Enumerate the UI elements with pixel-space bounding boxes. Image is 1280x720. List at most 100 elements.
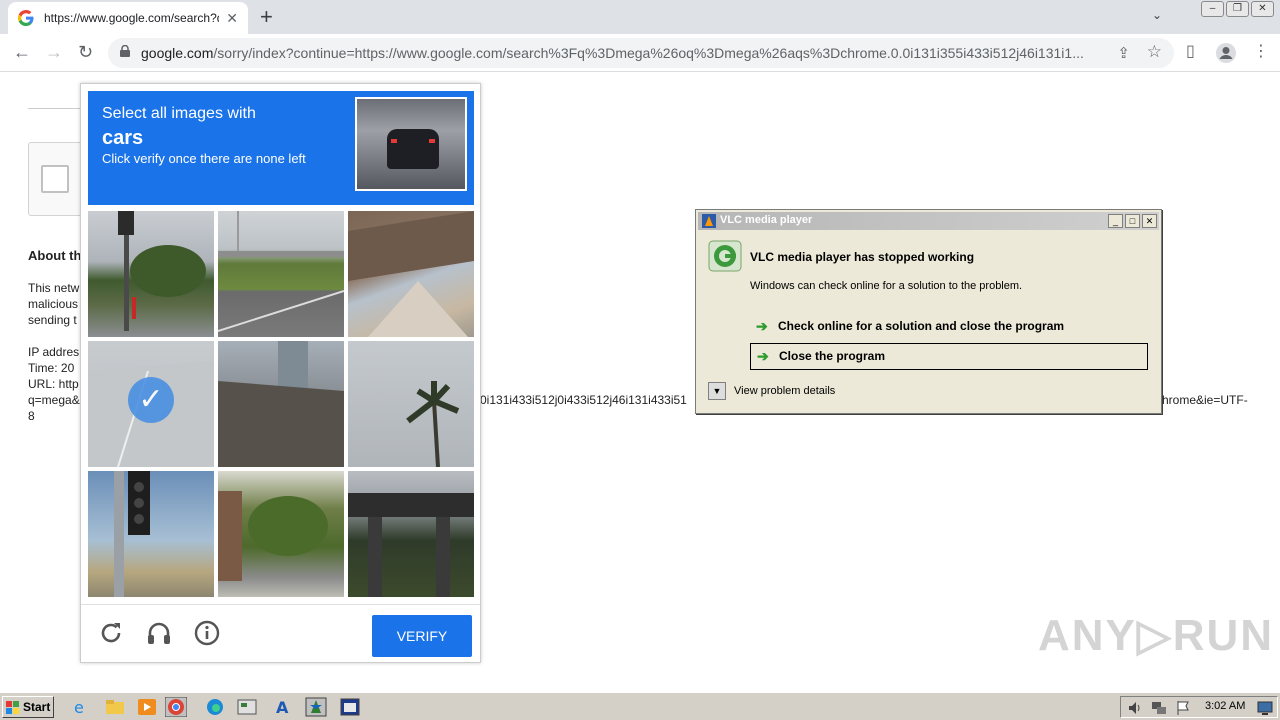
terminal-icon[interactable]	[236, 697, 258, 717]
body-line-1: This netw	[28, 281, 80, 295]
grid-tile-4-selected[interactable]: ✓	[88, 341, 214, 467]
car-shape	[387, 129, 439, 169]
close-window-button[interactable]: ✕	[1251, 1, 1274, 17]
restore-button[interactable]: ❐	[1226, 1, 1249, 17]
show-desktop-icon[interactable]	[1257, 700, 1273, 716]
elevated-rail-image	[348, 493, 474, 597]
recaptcha-challenge: Select all images with cars Click verify…	[80, 83, 481, 663]
traffic-signal-image	[118, 211, 206, 331]
svg-text:e: e	[74, 698, 84, 717]
tab-title: https://www.google.com/search?q=	[44, 11, 219, 25]
vlc-dialog-body: VLC media player has stopped working Win…	[698, 232, 1159, 410]
wrap-line: 8	[28, 409, 35, 423]
anyrun-watermark: ANY▷RUN	[1038, 611, 1275, 660]
green-arrow-icon: ➔	[757, 348, 769, 364]
expand-chevron-icon[interactable]: ▼	[708, 382, 726, 400]
challenge-header: Select all images with cars Click verify…	[88, 91, 474, 205]
volume-icon[interactable]	[1127, 700, 1143, 716]
green-arrow-icon: ➔	[756, 318, 768, 334]
ip-line: IP addres	[28, 345, 80, 359]
time-line: Time: 20	[28, 361, 75, 375]
ie-icon[interactable]: e	[70, 697, 92, 717]
reload-icon[interactable]: ↻	[78, 42, 93, 62]
tab-strip: https://www.google.com/search?q= ✕ + ⌄ ‒…	[0, 0, 1280, 34]
tab-close-icon[interactable]: ✕	[226, 10, 238, 27]
divider	[28, 108, 88, 109]
concrete-wall-image	[218, 341, 344, 467]
body-line-3: sending t	[28, 313, 77, 327]
road-overpass-image	[218, 211, 344, 332]
vlc-minimize-button[interactable]: _	[1108, 214, 1123, 228]
grid-tile-6[interactable]	[348, 341, 474, 467]
app-window-icon[interactable]	[339, 697, 361, 717]
info-icon[interactable]	[193, 619, 221, 647]
tab-search-chevron-icon[interactable]: ⌄	[1152, 8, 1162, 22]
grid-tile-9[interactable]	[348, 471, 474, 597]
browser-toolbar: ← → ↻ google.com/sorry/index?continue=ht…	[0, 34, 1280, 72]
reload-challenge-icon[interactable]	[97, 619, 125, 647]
vlc-taskbar-icon[interactable]	[305, 697, 327, 717]
vlc-maximize-button[interactable]: □	[1125, 214, 1140, 228]
view-details-row[interactable]: ▼ View problem details	[708, 382, 835, 400]
vlc-error-dialog: VLC media player _ □ ✕ VLC media player …	[695, 209, 1162, 414]
street-trees-image	[218, 491, 328, 581]
palm-tree-image	[406, 381, 460, 467]
verify-button[interactable]: VERIFY	[372, 615, 472, 657]
start-label: Start	[23, 700, 51, 714]
check-online-label: Check online for a solution and close th…	[778, 319, 1065, 333]
about-heading: About th	[28, 248, 82, 263]
grid-tile-3[interactable]	[348, 211, 474, 337]
instruction-subtext: Click verify once there are none left	[102, 151, 306, 166]
media-player-icon[interactable]	[136, 697, 158, 717]
instruction-line: Select all images with	[102, 105, 256, 122]
share-icon[interactable]: ⇪	[1117, 44, 1130, 62]
start-button[interactable]: Start	[2, 696, 54, 718]
target-object: cars	[102, 127, 144, 149]
challenge-footer: VERIFY	[81, 604, 480, 662]
recaptcha-checkbox[interactable]	[41, 165, 69, 193]
vlc-title-bar[interactable]: VLC media player _ □ ✕	[698, 212, 1159, 230]
minimize-button[interactable]: ‒	[1201, 1, 1224, 17]
bookmark-star-icon[interactable]: ☆	[1147, 42, 1162, 62]
url-line: URL: http	[28, 377, 79, 391]
network-icon[interactable]	[1151, 700, 1167, 716]
check-online-option[interactable]: ➔ Check online for a solution and close …	[750, 314, 1148, 341]
close-program-option[interactable]: ➔ Close the program	[750, 343, 1148, 370]
more-menu-icon[interactable]: ⋮	[1253, 41, 1269, 61]
body-line-2: malicious	[28, 297, 79, 311]
grid-tile-8[interactable]	[218, 471, 344, 597]
url-host: google.com	[141, 45, 214, 61]
back-arrow-icon[interactable]: ←	[13, 42, 31, 62]
browser-tab[interactable]: https://www.google.com/search?q= ✕	[8, 2, 248, 34]
selected-check-icon: ✓	[128, 377, 174, 423]
new-tab-button[interactable]: +	[260, 4, 273, 30]
svg-text:A: A	[276, 698, 289, 717]
grid-tile-5[interactable]	[218, 341, 344, 467]
google-icon	[18, 10, 34, 26]
problem-reporting-icon	[708, 240, 742, 272]
address-bar[interactable]: google.com/sorry/index?continue=https://…	[108, 38, 1174, 68]
audio-challenge-icon[interactable]	[145, 619, 173, 647]
lock-icon	[120, 45, 130, 57]
vlc-app-icon	[702, 214, 716, 228]
folder-icon[interactable]	[104, 697, 126, 717]
vlc-title: VLC media player	[720, 214, 813, 226]
edge-icon[interactable]	[204, 697, 226, 717]
close-program-label: Close the program	[779, 349, 886, 363]
system-tray: 3:02 AM	[1120, 696, 1278, 718]
taskbar: Start e A 3:02 AM	[0, 692, 1280, 720]
sample-car-image	[355, 97, 467, 191]
grid-tile-1[interactable]	[88, 211, 214, 337]
grid-tile-7[interactable]	[88, 471, 214, 597]
profile-avatar-icon[interactable]	[1215, 42, 1237, 64]
forward-arrow-icon[interactable]: →	[45, 42, 63, 62]
grid-tile-2[interactable]	[218, 211, 344, 337]
bridge-underside-image	[348, 211, 474, 337]
font-app-icon[interactable]: A	[272, 697, 294, 717]
chrome-icon[interactable]	[165, 697, 187, 717]
vlc-close-button[interactable]: ✕	[1142, 214, 1157, 228]
windows-logo-icon	[6, 701, 19, 714]
tail-light	[429, 139, 435, 143]
flag-icon[interactable]	[1175, 700, 1191, 716]
side-panel-icon[interactable]: ▯	[1186, 41, 1195, 61]
